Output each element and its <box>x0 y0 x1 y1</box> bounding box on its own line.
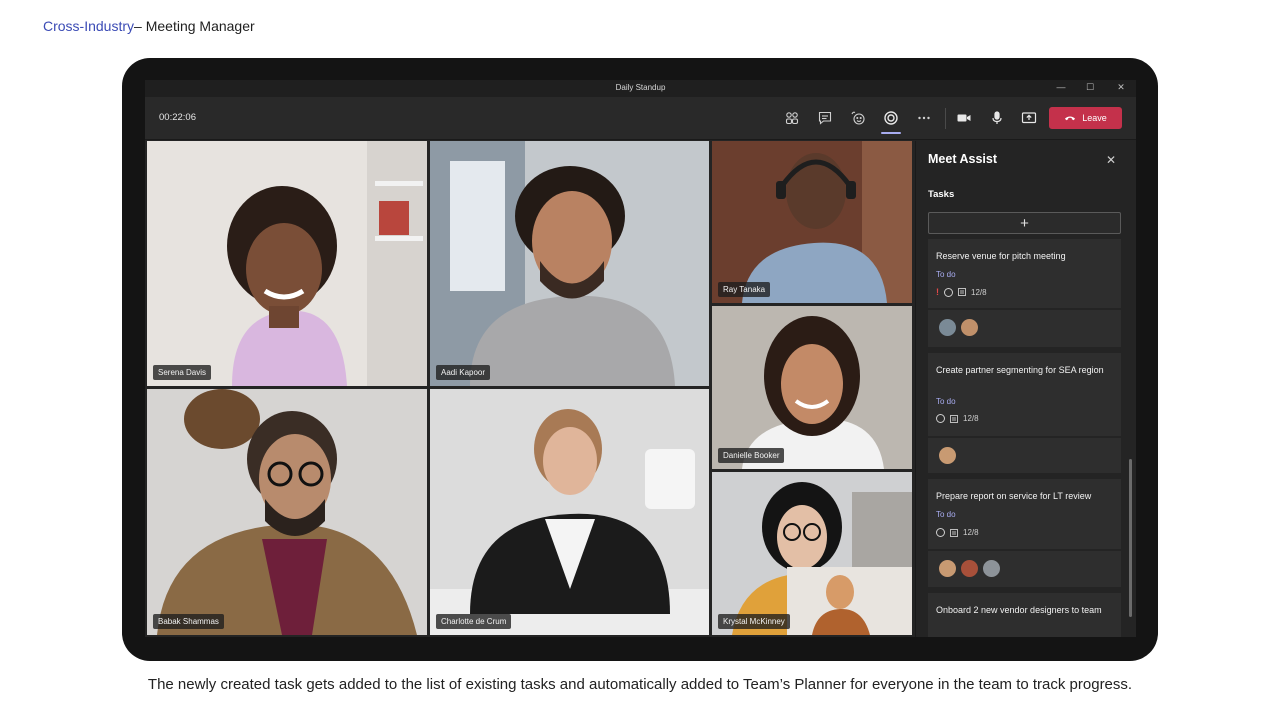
participant-video <box>147 141 427 386</box>
camera-icon[interactable] <box>954 108 974 128</box>
toolbar-separator <box>945 108 946 129</box>
avatar <box>938 318 957 337</box>
participant-video <box>712 306 912 469</box>
slide-heading: Cross-Industry– Meeting Manager <box>43 18 255 34</box>
leave-label: Leave <box>1082 113 1107 123</box>
video-tile[interactable]: Charlotte de Crum <box>430 389 709 635</box>
add-task-button[interactable]: + <box>928 212 1121 234</box>
tasks-label: Tasks <box>928 189 955 200</box>
task-title: Create partner segmenting for SEA region <box>936 365 1104 375</box>
task-card[interactable]: Prepare report on service for LT review … <box>928 479 1121 587</box>
task-meta: ! 12/8 <box>936 287 987 297</box>
mic-icon[interactable] <box>987 108 1007 128</box>
complete-circle-icon[interactable] <box>936 414 945 423</box>
meeting-toolbar: 00:22:06 Leave <box>145 97 1136 140</box>
video-tile[interactable]: Ray Tanaka <box>712 141 912 303</box>
panel-close-icon[interactable]: ✕ <box>1106 153 1116 167</box>
task-card[interactable]: Reserve venue for pitch meeting To do ! … <box>928 239 1121 347</box>
task-title: Prepare report on service for LT review <box>936 491 1092 501</box>
avatar <box>982 559 1001 578</box>
participant-name: Ray Tanaka <box>718 282 771 297</box>
task-card[interactable]: Create partner segmenting for SEA region… <box>928 353 1121 473</box>
participant-video <box>147 389 427 635</box>
participant-video <box>430 389 709 635</box>
task-title: Onboard 2 new vendor designers to team <box>936 605 1102 615</box>
title-bar: Daily Standup — ☐ ✕ <box>145 80 1136 97</box>
assignee-avatars <box>938 559 1001 578</box>
participant-name: Krystal McKinney <box>718 614 790 629</box>
reactions-icon[interactable] <box>848 108 868 128</box>
task-meta: 12/8 <box>936 528 979 537</box>
task-card[interactable]: Onboard 2 new vendor designers to team <box>928 593 1121 637</box>
complete-circle-icon[interactable] <box>936 528 945 537</box>
video-tile[interactable]: Serena Davis <box>147 141 427 386</box>
urgent-icon: ! <box>936 287 939 297</box>
participant-name: Serena Davis <box>153 365 212 380</box>
window-title: Daily Standup <box>615 83 666 92</box>
breadcrumb: Cross-Industry <box>43 18 135 34</box>
participant-video <box>712 141 912 303</box>
task-date: 12/8 <box>963 528 979 537</box>
slide-caption: The newly created task gets added to the… <box>147 676 1133 693</box>
meeting-timer: 00:22:06 <box>159 112 196 123</box>
participant-name: Babak Shammas <box>153 614 224 629</box>
avatar <box>960 318 979 337</box>
leave-button[interactable]: Leave <box>1049 107 1122 129</box>
complete-circle-icon[interactable] <box>944 287 953 297</box>
people-icon[interactable] <box>782 108 802 128</box>
heading-separator: – <box>134 18 146 34</box>
teams-meeting-window: Daily Standup — ☐ ✕ 00:22:06 Leave Seren… <box>145 80 1136 637</box>
participant-video <box>712 472 912 635</box>
task-meta: 12/8 <box>936 414 979 423</box>
share-icon[interactable] <box>1019 108 1039 128</box>
card-divider <box>928 436 1121 438</box>
avatar <box>960 559 979 578</box>
maximize-button[interactable]: ☐ <box>1083 82 1097 93</box>
participant-video <box>430 141 709 386</box>
video-tile[interactable]: Babak Shammas <box>147 389 427 635</box>
task-status: To do <box>936 510 956 519</box>
assignee-avatars <box>938 318 979 337</box>
meet-assist-icon[interactable] <box>881 108 901 134</box>
task-title: Reserve venue for pitch meeting <box>936 251 1066 261</box>
checklist-icon <box>950 414 958 423</box>
chat-icon[interactable] <box>815 108 835 128</box>
panel-scrollbar[interactable] <box>1129 459 1132 617</box>
task-date: 12/8 <box>971 287 987 297</box>
checklist-icon <box>958 288 966 296</box>
minimize-button[interactable]: — <box>1054 82 1068 92</box>
participant-name: Danielle Booker <box>718 448 785 463</box>
video-tile[interactable]: Danielle Booker <box>712 306 912 469</box>
window-close-button[interactable]: ✕ <box>1114 82 1128 93</box>
video-tile[interactable]: Krystal McKinney <box>712 472 912 635</box>
hang-up-icon <box>1065 116 1076 121</box>
section-title: Meeting Manager <box>145 18 255 34</box>
participant-name: Aadi Kapoor <box>436 365 491 380</box>
avatar <box>938 446 957 465</box>
card-divider <box>928 308 1121 310</box>
card-divider <box>928 549 1121 551</box>
assignee-avatars <box>938 446 957 465</box>
participant-name: Charlotte de Crum <box>436 614 512 629</box>
task-date: 12/8 <box>963 414 979 423</box>
avatar <box>938 559 957 578</box>
meet-assist-panel: Meet Assist ✕ Tasks + Reserve venue for … <box>915 141 1136 637</box>
task-status: To do <box>936 397 956 406</box>
panel-title: Meet Assist <box>928 152 998 166</box>
video-tile[interactable]: Aadi Kapoor <box>430 141 709 386</box>
checklist-icon <box>950 528 958 537</box>
task-status: To do <box>936 270 956 279</box>
more-icon[interactable] <box>914 108 934 128</box>
